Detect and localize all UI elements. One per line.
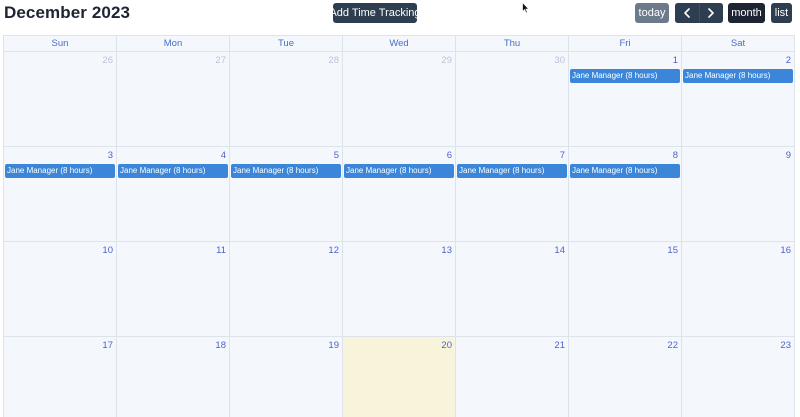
day-cell[interactable]: 30 [456,52,569,147]
day-number[interactable]: 18 [215,340,226,351]
day-number[interactable]: 6 [447,150,452,161]
time-entry-event[interactable]: Jane Manager (8 hours) [118,164,228,178]
weekday-header-cell: Sat [682,36,795,52]
prev-next-group [675,3,723,23]
day-cell[interactable]: 18 [117,337,230,417]
day-number[interactable]: 28 [328,55,339,66]
day-cell[interactable]: 28 [230,52,343,147]
day-cell[interactable]: 29 [343,52,456,147]
day-cell[interactable]: 12 [230,242,343,337]
day-cell[interactable]: 23 [682,337,795,417]
day-number[interactable]: 11 [216,245,226,256]
day-cell[interactable]: 27 [117,52,230,147]
weekday-header-cell: Sun [4,36,117,52]
day-cell[interactable]: 13 [343,242,456,337]
day-number[interactable]: 17 [102,340,113,351]
day-number[interactable]: 1 [673,55,678,66]
weekday-header: Sun Mon Tue Wed Thu Fri Sat [4,36,795,52]
day-number[interactable]: 7 [560,150,565,161]
day-number[interactable]: 23 [780,340,791,351]
day-number[interactable]: 4 [221,150,226,161]
day-cell[interactable]: 7 Jane Manager (8 hours) [456,147,569,242]
day-number[interactable]: 20 [441,340,452,351]
day-number[interactable]: 29 [441,55,452,66]
time-entry-event[interactable]: Jane Manager (8 hours) [570,69,680,83]
weekday-header-cell: Fri [569,36,682,52]
day-cell[interactable]: 2 Jane Manager (8 hours) [682,52,795,147]
day-number[interactable]: 2 [786,55,791,66]
day-number[interactable]: 30 [554,55,565,66]
day-number[interactable]: 9 [786,150,791,161]
day-cell[interactable]: 17 [4,337,117,417]
day-number[interactable]: 5 [334,150,339,161]
day-cell[interactable]: 1 Jane Manager (8 hours) [569,52,682,147]
day-cell[interactable]: 11 [117,242,230,337]
day-cell[interactable]: 19 [230,337,343,417]
calendar-toolbar: December 2023 Add Time Tracking today mo… [0,0,800,30]
time-entry-event[interactable]: Jane Manager (8 hours) [457,164,567,178]
mouse-pointer-icon [522,2,530,14]
time-entry-event[interactable]: Jane Manager (8 hours) [5,164,115,178]
day-number[interactable]: 26 [102,55,113,66]
weekday-header-cell: Tue [230,36,343,52]
day-cell[interactable]: 14 [456,242,569,337]
calendar-title: December 2023 [4,3,131,22]
add-time-tracking-button[interactable]: Add Time Tracking [329,3,421,23]
day-cell[interactable]: 8 Jane Manager (8 hours) [569,147,682,242]
day-cell[interactable]: 9 [682,147,795,242]
weekday-header-cell: Thu [456,36,569,52]
day-number[interactable]: 27 [215,55,226,66]
day-cell-today[interactable]: 20 [343,337,456,417]
day-number[interactable]: 8 [673,150,678,161]
day-number[interactable]: 19 [328,340,339,351]
weekday-header-cell: Mon [117,36,230,52]
month-calendar: Sun Mon Tue Wed Thu Fri Sat 26 27 28 29 … [3,35,795,417]
time-entry-event[interactable]: Jane Manager (8 hours) [683,69,793,83]
day-cell[interactable]: 5 Jane Manager (8 hours) [230,147,343,242]
day-number[interactable]: 15 [667,245,678,256]
day-cell[interactable]: 6 Jane Manager (8 hours) [343,147,456,242]
calendar-grid: 26 27 28 29 30 1 Jane Manager (8 hours) 2… [4,52,795,417]
list-view-button[interactable]: list [771,3,792,23]
day-number[interactable]: 14 [554,245,565,256]
time-entry-event[interactable]: Jane Manager (8 hours) [231,164,341,178]
weekday-header-cell: Wed [343,36,456,52]
next-month-button[interactable] [698,3,723,23]
time-entry-event[interactable]: Jane Manager (8 hours) [570,164,680,178]
prev-month-button[interactable] [675,3,699,23]
day-number[interactable]: 13 [441,245,452,256]
day-cell[interactable]: 3 Jane Manager (8 hours) [4,147,117,242]
day-number[interactable]: 22 [667,340,678,351]
day-cell[interactable]: 22 [569,337,682,417]
day-number[interactable]: 16 [780,245,791,256]
month-view-button[interactable]: month [728,3,765,23]
day-cell[interactable]: 26 [4,52,117,147]
day-number[interactable]: 10 [102,245,113,256]
day-cell[interactable]: 4 Jane Manager (8 hours) [117,147,230,242]
day-number[interactable]: 21 [554,340,565,351]
day-number[interactable]: 3 [108,150,113,161]
day-cell[interactable]: 16 [682,242,795,337]
day-cell[interactable]: 21 [456,337,569,417]
time-entry-event[interactable]: Jane Manager (8 hours) [344,164,454,178]
chevron-left-icon [683,8,690,18]
chevron-right-icon [708,8,715,18]
day-cell[interactable]: 10 [4,242,117,337]
day-cell[interactable]: 15 [569,242,682,337]
day-number[interactable]: 12 [328,245,339,256]
today-button[interactable]: today [635,3,669,23]
